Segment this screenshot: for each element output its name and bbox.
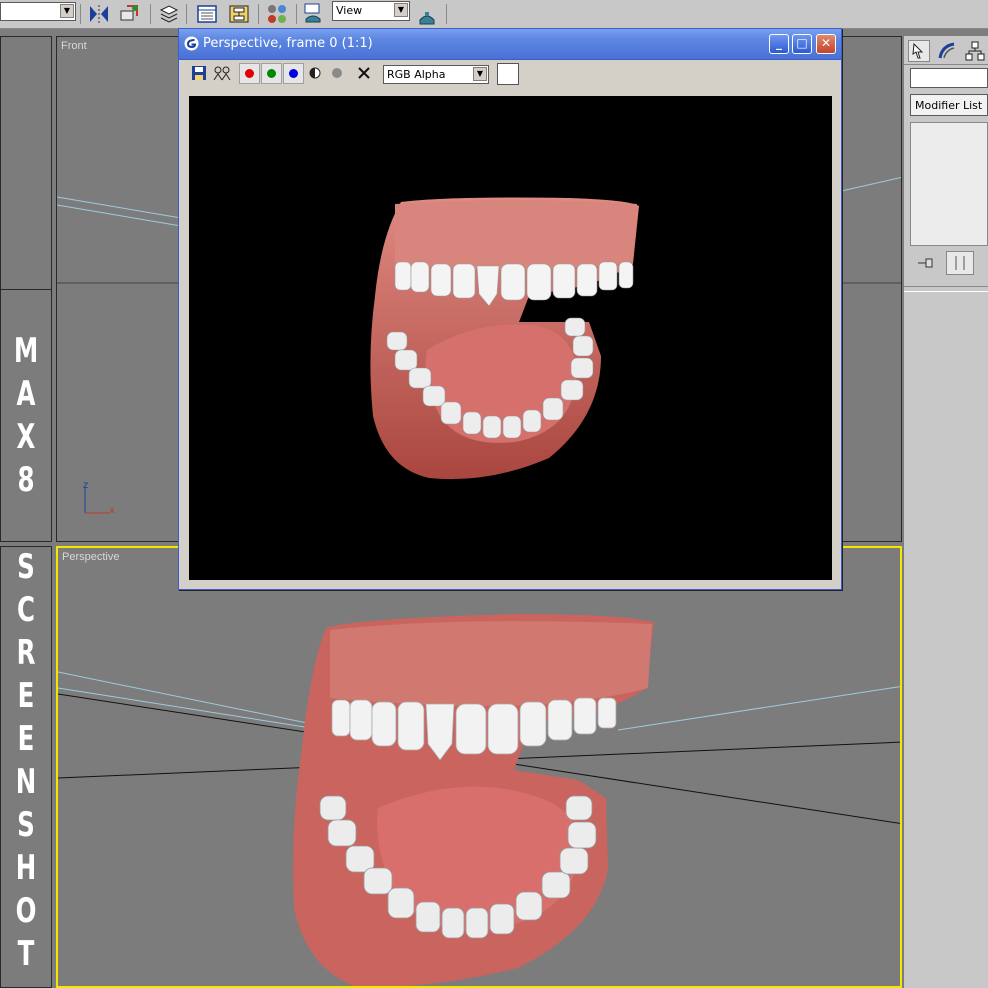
toolbar-separator — [150, 4, 151, 24]
caption-letter: 8 — [17, 460, 35, 500]
toolbar-separator — [258, 4, 259, 24]
object-name-field[interactable] — [910, 68, 988, 88]
modifier-list-dropdown[interactable]: Modifier List — [910, 94, 988, 116]
green-channel-icon — [267, 69, 276, 78]
caption-letter: R — [16, 633, 36, 673]
render-window-titlebar[interactable]: Perspective, frame 0 (1:1) _ □ ✕ — [179, 29, 841, 60]
render-scene-icon[interactable] — [302, 3, 324, 25]
modifier-stack-toolbar — [910, 250, 988, 276]
named-selection-dropdown[interactable]: ▼ — [0, 2, 76, 21]
red-channel-icon — [245, 69, 254, 78]
clone-window-icon[interactable] — [213, 65, 231, 81]
caption-letter: S — [17, 805, 35, 845]
render-window-toolbar: RGB Alpha ▼ — [183, 61, 837, 87]
caption-letter: O — [15, 891, 37, 931]
hierarchy-tab-icon[interactable] — [964, 40, 986, 62]
align-icon[interactable] — [118, 3, 140, 25]
close-icon: ✕ — [820, 36, 832, 50]
pin-stack-icon[interactable] — [914, 253, 936, 273]
panel-divider — [904, 286, 988, 292]
blue-channel-toggle[interactable] — [283, 63, 304, 84]
save-bitmap-icon[interactable] — [191, 65, 207, 81]
chevron-down-icon: ▼ — [60, 4, 74, 18]
red-channel-toggle[interactable] — [239, 63, 260, 84]
caption-letter: S — [17, 547, 35, 587]
layers-icon[interactable] — [158, 3, 180, 25]
caption-letter: E — [17, 719, 35, 759]
caption-letter: C — [17, 590, 35, 630]
caption-letter: X — [16, 417, 36, 457]
minimize-button[interactable]: _ — [769, 34, 789, 54]
teeth-model-viewport — [293, 614, 654, 986]
curve-editor-icon[interactable] — [196, 3, 218, 25]
green-channel-toggle[interactable] — [261, 63, 282, 84]
toolbar-separator — [296, 4, 297, 24]
toolbar-separator — [446, 4, 447, 24]
caption-letter: N — [15, 762, 37, 802]
chevron-down-icon: ▼ — [394, 3, 408, 17]
modify-tab-icon[interactable] — [936, 40, 958, 62]
axis-x-label: x — [109, 505, 115, 516]
rendered-teeth-image — [370, 197, 639, 480]
toolbar-separator — [80, 4, 81, 24]
close-button[interactable]: ✕ — [816, 34, 836, 54]
main-toolbar: ▼ View ▼ — [0, 0, 988, 29]
schematic-view-icon[interactable] — [228, 3, 250, 25]
color-swatch[interactable] — [497, 63, 519, 85]
axis-z-label: z — [83, 480, 89, 491]
caption-letter: T — [17, 934, 35, 974]
modifier-list-label: Modifier List — [915, 99, 983, 112]
perspective-viewport[interactable]: Perspective — [56, 546, 902, 988]
alpha-channel-icon[interactable] — [309, 67, 321, 79]
channel-display-dropdown[interactable]: RGB Alpha ▼ — [383, 65, 489, 84]
create-tab-icon[interactable] — [908, 40, 930, 62]
monochrome-icon[interactable] — [331, 67, 343, 79]
caption-letter: E — [17, 676, 35, 716]
mirror-icon[interactable] — [88, 3, 110, 25]
command-panel: Modifier List — [904, 36, 988, 988]
rendered-frame-window: Perspective, frame 0 (1:1) _ □ ✕ RGB Alp… — [178, 28, 842, 590]
minimize-icon: _ — [776, 36, 782, 50]
chevron-down-icon: ▼ — [473, 67, 487, 81]
perspective-scene — [58, 614, 900, 986]
toolbar-separator — [186, 4, 187, 24]
reference-coord-dropdown[interactable]: View ▼ — [332, 1, 410, 21]
maximize-button[interactable]: □ — [792, 34, 812, 54]
caption-letter: A — [16, 374, 36, 414]
show-end-result-icon[interactable] — [946, 251, 974, 275]
material-editor-icon[interactable] — [266, 3, 288, 25]
caption-letter: M — [13, 331, 39, 371]
quick-render-icon[interactable] — [416, 6, 438, 28]
maximize-icon: □ — [796, 36, 808, 50]
strip-divider — [0, 289, 52, 290]
render-canvas — [189, 96, 832, 580]
command-panel-tabs — [904, 36, 988, 65]
channel-display-value: RGB Alpha — [387, 68, 446, 81]
max-app-icon — [184, 36, 199, 51]
side-caption-strip: M A X 8 S C R E E N S H O T — [0, 36, 52, 988]
blue-channel-icon — [289, 69, 298, 78]
caption-letter: H — [15, 848, 37, 888]
modifier-stack[interactable] — [910, 122, 988, 246]
render-window-title: Perspective, frame 0 (1:1) — [203, 36, 373, 51]
clear-icon[interactable] — [357, 66, 371, 80]
reference-coord-value: View — [336, 4, 363, 17]
